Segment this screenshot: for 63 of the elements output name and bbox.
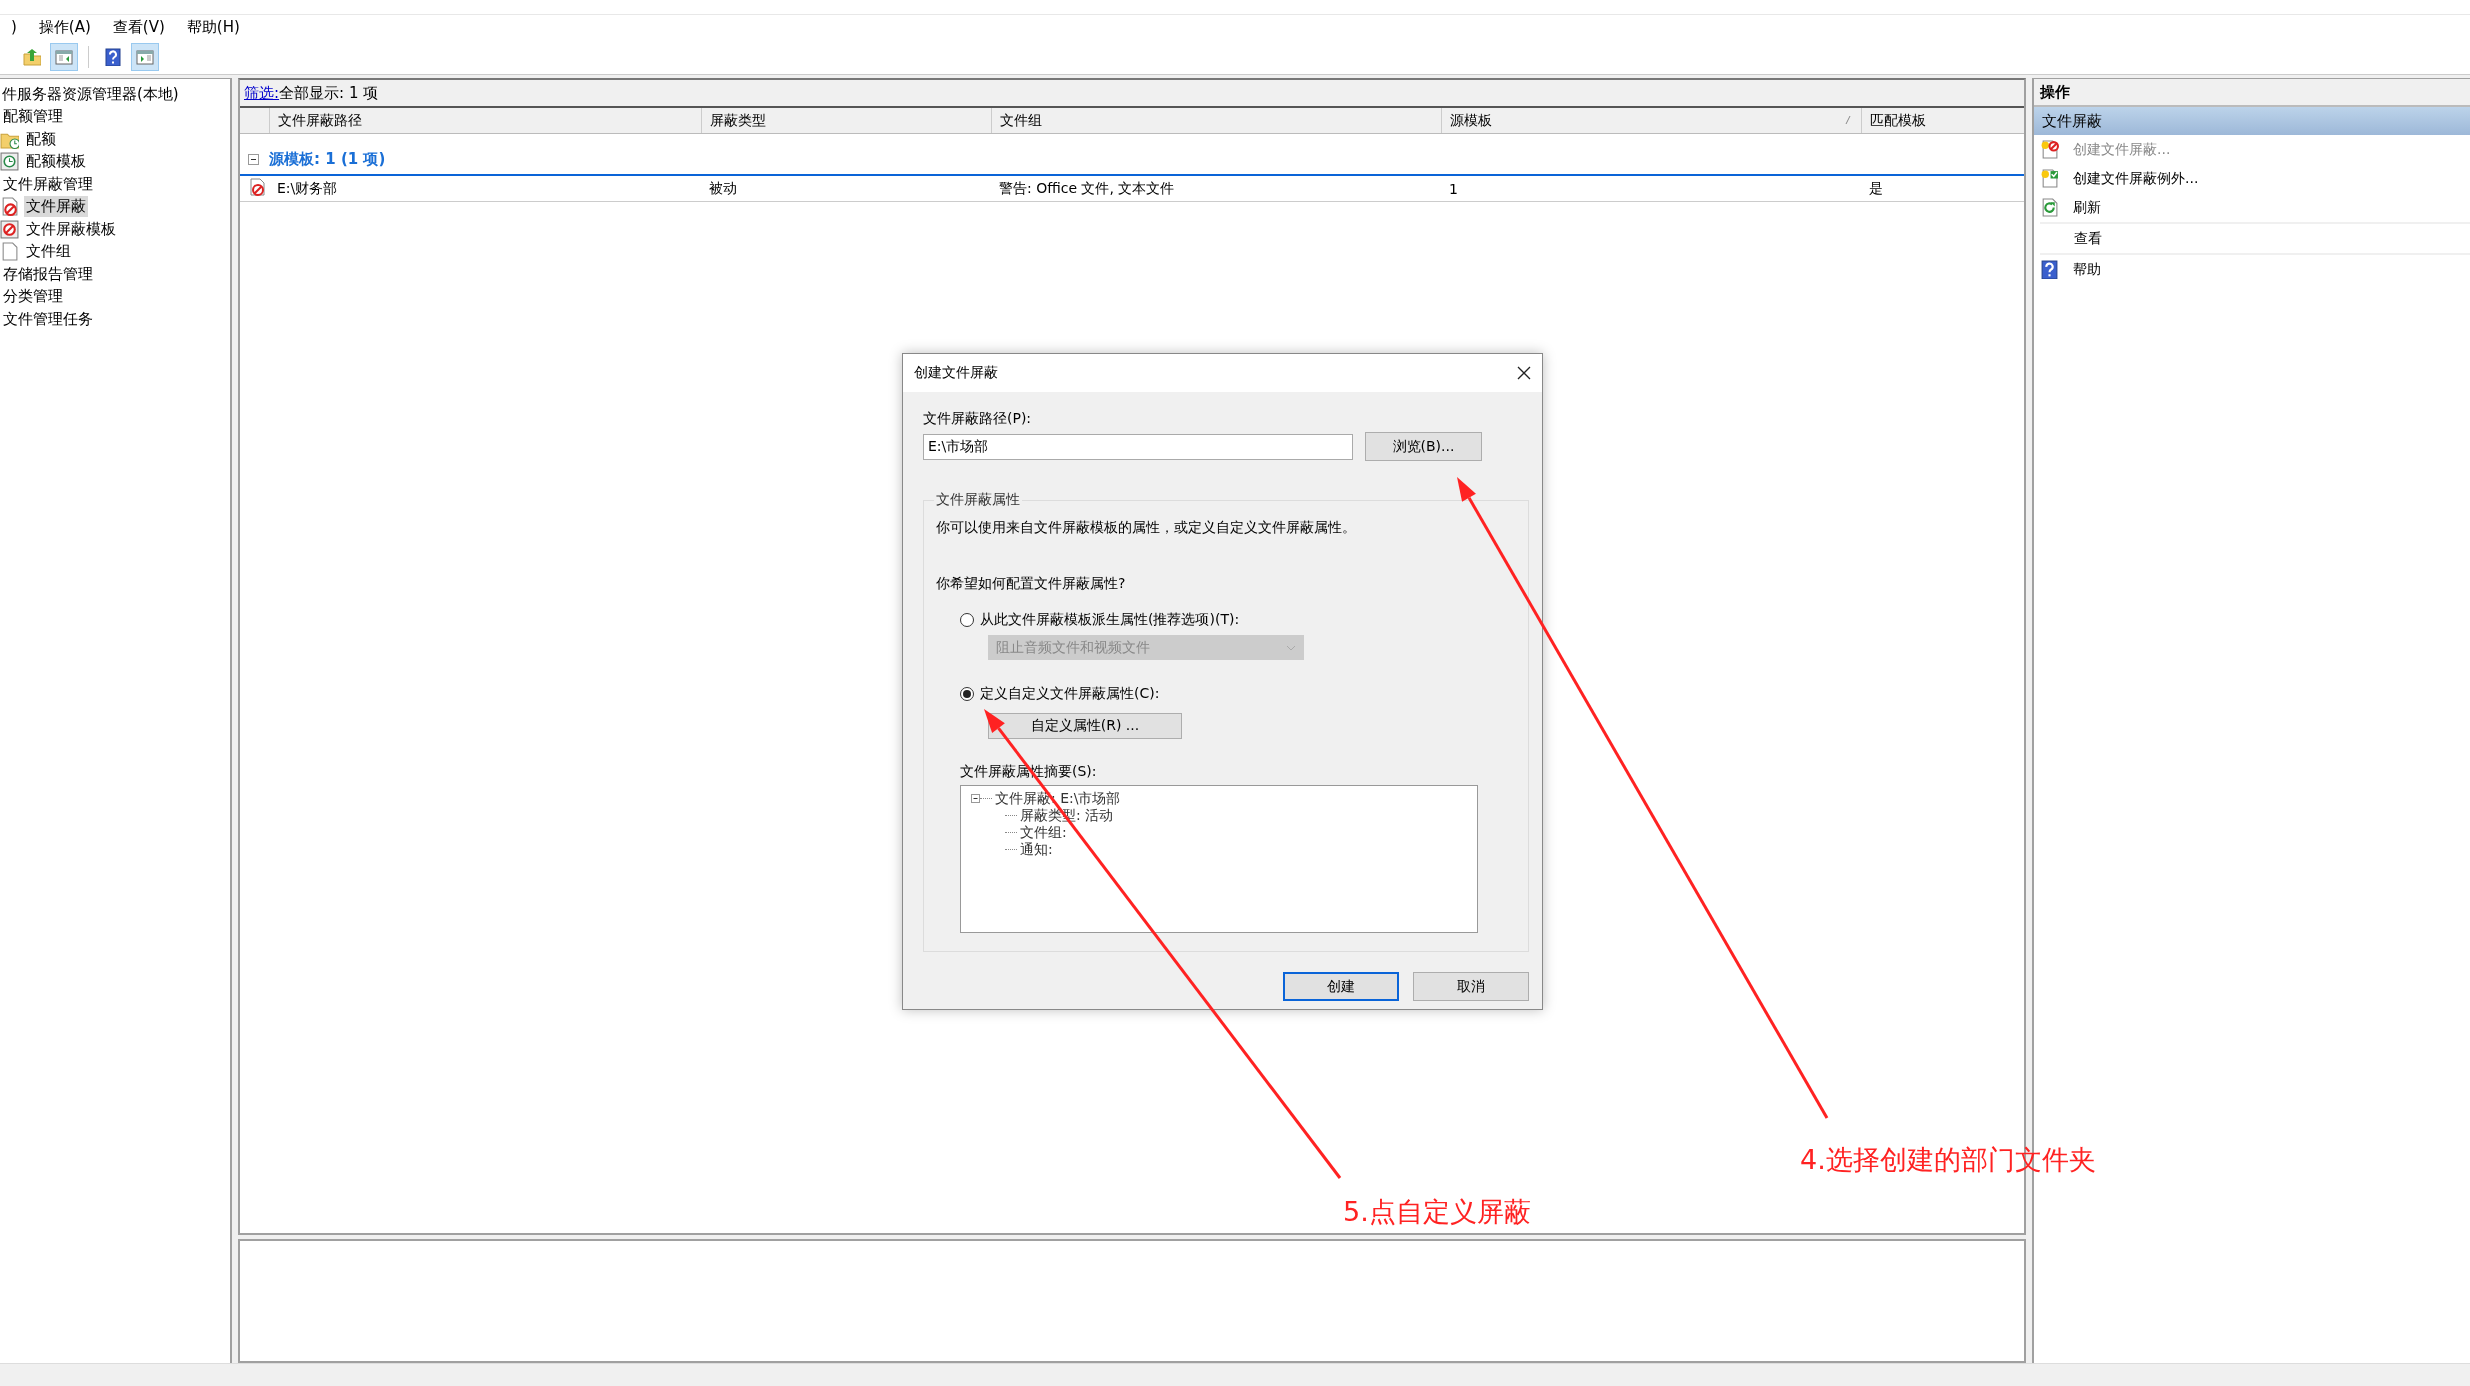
- pane-title: 操作: [2034, 79, 2470, 107]
- panel-icon: [55, 48, 73, 66]
- column-header[interactable]: 文件屏蔽路径: [278, 111, 362, 130]
- annotation-text: 4.选择创建的部门文件夹: [1800, 1143, 2096, 1177]
- tree-item[interactable]: 件服务器资源管理器(本地): [0, 83, 181, 105]
- summary-label: 文件组:: [1020, 823, 1067, 842]
- dialog-button[interactable]: 创建: [1283, 972, 1399, 1001]
- group-title: 文件屏蔽属性: [934, 491, 1022, 509]
- tree-item[interactable]: 配额: [24, 128, 58, 150]
- chevron-icon: [1286, 644, 1296, 651]
- filter-summary: 全部显示: 1 项: [279, 83, 379, 103]
- tree-item[interactable]: 文件屏蔽模板: [24, 218, 118, 240]
- menu-item[interactable]: 查看(V): [101, 15, 176, 40]
- field-label: 文件屏蔽路径(P):: [923, 410, 1033, 428]
- custom-properties-button[interactable]: 自定义属性(R) ...: [988, 713, 1182, 739]
- panel-icon: [136, 48, 154, 66]
- group-header[interactable]: 源模板: 1 (1 项): [269, 149, 386, 169]
- table-cell-text: 是: [1868, 179, 1884, 198]
- dialog-button[interactable]: 取消: [1413, 972, 1529, 1001]
- menu-item[interactable]: 操作(A): [27, 15, 102, 40]
- menu-item[interactable]: ): [0, 15, 28, 40]
- table-cell-text: 1: [1448, 180, 1459, 197]
- help-icon: [2040, 260, 2059, 279]
- question-text: 你希望如何配置文件屏蔽属性?: [936, 575, 1127, 593]
- tree-item[interactable]: 存储报告管理: [1, 263, 95, 285]
- tree-item[interactable]: 配额管理: [1, 106, 65, 128]
- summary-label: 文件屏蔽: E:\市场部: [995, 789, 1121, 808]
- column-header[interactable]: 匹配模板: [1870, 111, 1926, 130]
- menu-item[interactable]: 帮助(H): [175, 15, 251, 40]
- dialog-title: 创建文件屏蔽: [914, 364, 998, 382]
- column-header[interactable]: 源模板: [1450, 111, 1492, 130]
- document-prohibited-icon: [2040, 140, 2059, 159]
- sort-icon: [1845, 115, 1851, 125]
- column-header[interactable]: 屏蔽类型: [710, 111, 766, 130]
- annotation-text: 5.点自定义屏蔽: [1343, 1195, 1531, 1229]
- radio-label[interactable]: 定义自定义文件屏蔽属性(C):: [980, 685, 1160, 703]
- browse-button[interactable]: 浏览(B)...: [1365, 432, 1482, 461]
- action-item[interactable]: 查看: [2040, 222, 2470, 255]
- column-header[interactable]: 文件组: [1000, 111, 1042, 130]
- summary-label: 通知:: [1020, 840, 1053, 859]
- tree-item[interactable]: 文件管理任务: [1, 308, 95, 330]
- filter-link[interactable]: 筛选:: [244, 83, 280, 103]
- tree-item[interactable]: 分类管理: [1, 286, 65, 308]
- path-field[interactable]: E:\市场部: [923, 433, 1353, 460]
- document-check-icon: [2040, 169, 2059, 188]
- tree-item[interactable]: 文件屏蔽管理: [1, 173, 95, 195]
- tree-item[interactable]: 配额模板: [24, 151, 88, 173]
- action-item[interactable]: 帮助: [2034, 255, 2470, 284]
- table-cell-text: E:\财务部: [276, 179, 339, 198]
- close-icon[interactable]: [1516, 365, 1532, 381]
- table-cell-text: 被动: [708, 179, 738, 198]
- radio-button[interactable]: [960, 687, 974, 701]
- folder-up-icon: [23, 48, 41, 66]
- tree-item[interactable]: 文件屏蔽: [24, 196, 88, 218]
- description-text: 你可以使用来自文件屏蔽模板的属性，或定义自定义文件屏蔽属性。: [936, 519, 1357, 537]
- section-header[interactable]: 文件屏蔽: [2034, 107, 2470, 135]
- tree-item[interactable]: 文件组: [24, 241, 73, 263]
- document-prohibited-icon: [248, 178, 266, 196]
- refresh-icon: [2040, 198, 2059, 217]
- action-item[interactable]: 创建文件屏蔽例外...: [2034, 164, 2470, 193]
- table-cell-text: 警告: Office 文件, 文本文件: [998, 179, 1176, 198]
- help-icon: [104, 48, 122, 66]
- action-item[interactable]: 刷新: [2034, 193, 2470, 222]
